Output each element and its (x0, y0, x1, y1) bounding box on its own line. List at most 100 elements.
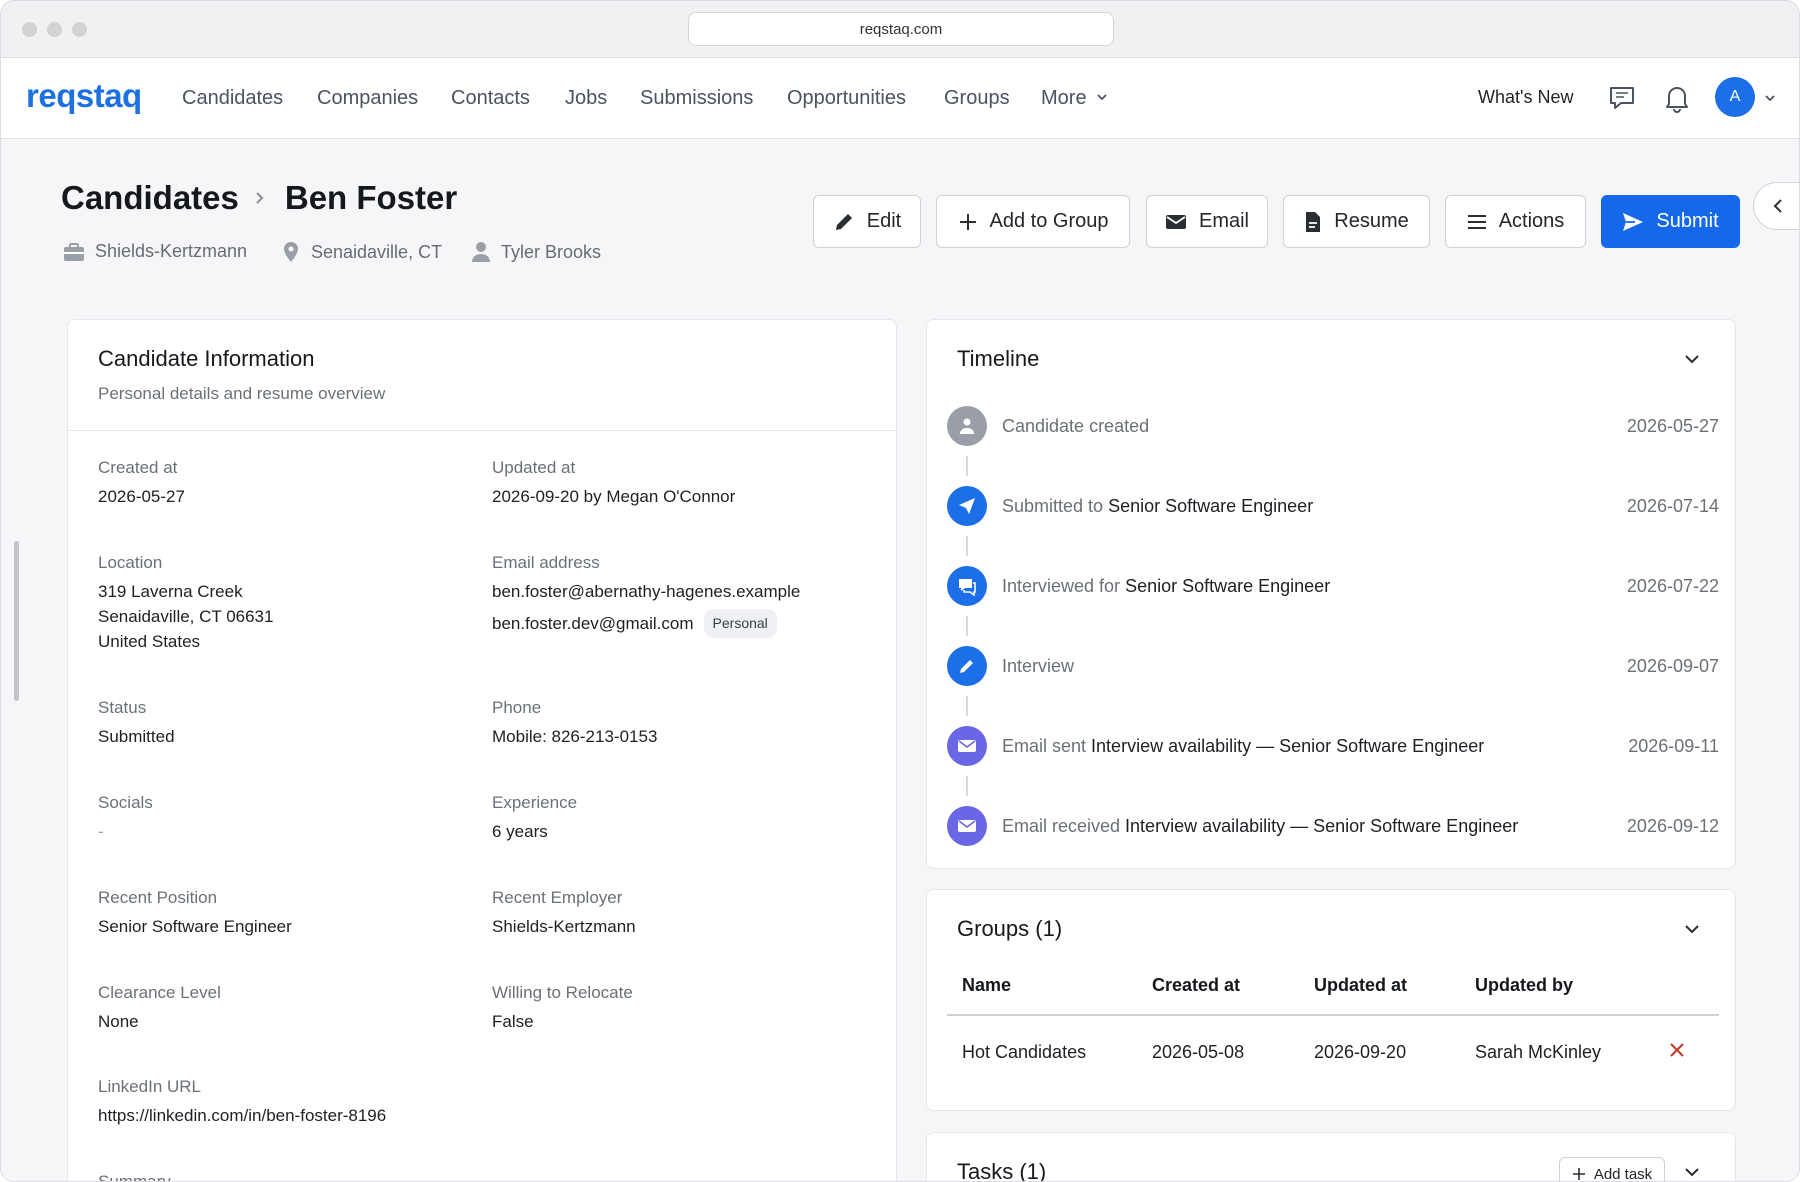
timeline-connector (966, 616, 968, 636)
add-to-group-button[interactable]: Add to Group (936, 195, 1130, 248)
field-label: Created at (98, 458, 178, 477)
column-header-name[interactable]: Name (962, 975, 1011, 996)
field-label: Socials (98, 793, 153, 812)
pencil-icon (947, 646, 987, 686)
breadcrumb-candidates[interactable]: Candidates (61, 179, 239, 217)
chevron-down-icon[interactable] (1683, 1165, 1701, 1179)
divider (947, 1014, 1719, 1016)
field-label: Recent Position (98, 888, 218, 907)
chevron-right-icon (256, 192, 264, 204)
timeline-connector (966, 696, 968, 716)
table-cell: 2026-09-20 (1314, 1042, 1407, 1062)
edit-button[interactable]: Edit (813, 195, 921, 248)
window-zoom-dot[interactable] (72, 22, 87, 37)
timeline-connector (966, 776, 968, 796)
candidate-owner[interactable]: Tyler Brooks (501, 242, 601, 263)
table-cell: 2026-05-08 (1152, 1042, 1245, 1062)
timeline-card: Timeline Candidate created 2026-05-27 Su… (926, 319, 1736, 869)
side-panel-toggle[interactable] (1753, 182, 1799, 230)
window-close-dot[interactable] (22, 22, 37, 37)
email-link[interactable]: ben.foster.dev@gmail.com (492, 614, 694, 633)
nav-more[interactable]: More (1041, 87, 1087, 110)
email-link[interactable]: ben.foster@abernathy-hagenes.example (492, 579, 800, 604)
group-name-link[interactable]: Hot Candidates (962, 1042, 1086, 1063)
timeline-text: Candidate created (1002, 416, 1150, 436)
actions-button[interactable]: Actions (1445, 195, 1586, 248)
column-header-updated[interactable]: Updated at (1314, 975, 1407, 996)
field-label: Recent Employer (492, 888, 623, 907)
timeline-text: Email received Interview availability — … (1002, 816, 1519, 836)
divider (68, 430, 896, 431)
timeline-item: Candidate created 2026-05-27 (947, 406, 1719, 448)
nav-jobs[interactable]: Jobs (565, 87, 607, 110)
window-minimize-dot[interactable] (47, 22, 62, 37)
nav-opportunities[interactable]: Opportunities (787, 87, 906, 110)
card-title: Groups (1) (957, 916, 1063, 941)
nav-groups[interactable]: Groups (944, 87, 1010, 110)
timeline-text: Submitted to Senior Software Engineer (1002, 496, 1314, 516)
nav-submissions[interactable]: Submissions (640, 87, 753, 110)
browser-bar: reqstaq.com (1, 1, 1799, 58)
field-label: Status (98, 698, 147, 717)
job-link[interactable]: Senior Software Engineer (1125, 576, 1330, 596)
bell-icon[interactable] (1664, 83, 1690, 113)
column-header-created[interactable]: Created at (1152, 975, 1240, 996)
submit-button[interactable]: Submit (1601, 195, 1740, 248)
chevron-down-icon[interactable] (1763, 91, 1777, 105)
field-value: - (98, 822, 104, 841)
nav-companies[interactable]: Companies (317, 87, 418, 110)
card-title: Tasks (1) (957, 1159, 1047, 1182)
resume-button[interactable]: Resume (1283, 195, 1430, 248)
field-value: Shields-Kertzmann (492, 917, 636, 936)
chevron-down-icon[interactable] (1095, 90, 1109, 104)
nav-contacts[interactable]: Contacts (451, 87, 530, 110)
field-label: Location (98, 553, 163, 572)
scrollbar-thumb[interactable] (14, 541, 19, 701)
timeline-date: 2026-09-07 (1626, 656, 1719, 676)
messages-icon[interactable] (1607, 84, 1637, 112)
chevron-down-icon[interactable] (1683, 922, 1701, 936)
app-window: reqstaq.com reqstaq Candidates Companies… (0, 0, 1800, 1182)
field-label: Clearance Level (98, 983, 221, 1002)
timeline-text: Interviewed for Senior Software Engineer (1002, 576, 1331, 596)
send-icon (947, 486, 987, 526)
breadcrumb: Candidates Ben Foster (61, 179, 457, 217)
add-task-button[interactable]: Add task (1559, 1157, 1665, 1181)
field-label: Experience (492, 793, 578, 812)
job-link[interactable]: Senior Software Engineer (1108, 496, 1313, 516)
timeline-text: Email sent Interview availability — Seni… (1002, 736, 1485, 756)
whats-new-link[interactable]: What's New (1478, 87, 1573, 108)
field-value: Submitted (98, 727, 175, 746)
meta-location: Senaidaville, CT (281, 241, 442, 263)
envelope-icon (1165, 214, 1186, 229)
close-icon[interactable] (1667, 1040, 1687, 1060)
email-button[interactable]: Email (1146, 195, 1268, 248)
field-value: 2026-05-27 (98, 487, 185, 506)
avatar[interactable]: A (1715, 77, 1755, 117)
email-subject-link[interactable]: Interview availability — Senior Software… (1125, 816, 1518, 836)
column-header-updated-by[interactable]: Updated by (1475, 975, 1573, 996)
candidate-company[interactable]: Shields-Kertzmann (95, 241, 247, 262)
envelope-icon (947, 806, 987, 846)
timeline-date: 2026-07-22 (1626, 576, 1719, 596)
logo[interactable]: reqstaq (26, 77, 142, 115)
timeline-item: Interviewed for Senior Software Engineer… (947, 566, 1719, 608)
timeline-item: Email sent Interview availability — Seni… (947, 726, 1719, 768)
field-label: Updated at (492, 458, 576, 477)
card-subtitle: Personal details and resume overview (98, 384, 386, 403)
field-value: 2026-09-20 by Megan O'Connor (492, 487, 736, 506)
field-value: 319 Laverna Creek Senaidaville, CT 06631… (98, 582, 274, 651)
field-value: False (492, 1012, 534, 1031)
nav-candidates[interactable]: Candidates (182, 87, 283, 110)
timeline-item: Interview 2026-09-07 (947, 646, 1719, 688)
email-subject-link[interactable]: Interview availability — Senior Software… (1091, 736, 1484, 756)
send-icon (1623, 212, 1644, 231)
person-icon (472, 242, 490, 262)
field-value: Mobile: 826-213-0153 (492, 727, 658, 746)
document-icon (1306, 211, 1321, 232)
linkedin-link[interactable]: https://linkedin.com/in/ben-foster-8196 (98, 1103, 386, 1128)
timeline-date: 2026-09-12 (1626, 816, 1719, 836)
card-title: Timeline (957, 346, 1040, 371)
address-bar[interactable]: reqstaq.com (688, 12, 1114, 46)
chevron-down-icon[interactable] (1683, 352, 1701, 366)
